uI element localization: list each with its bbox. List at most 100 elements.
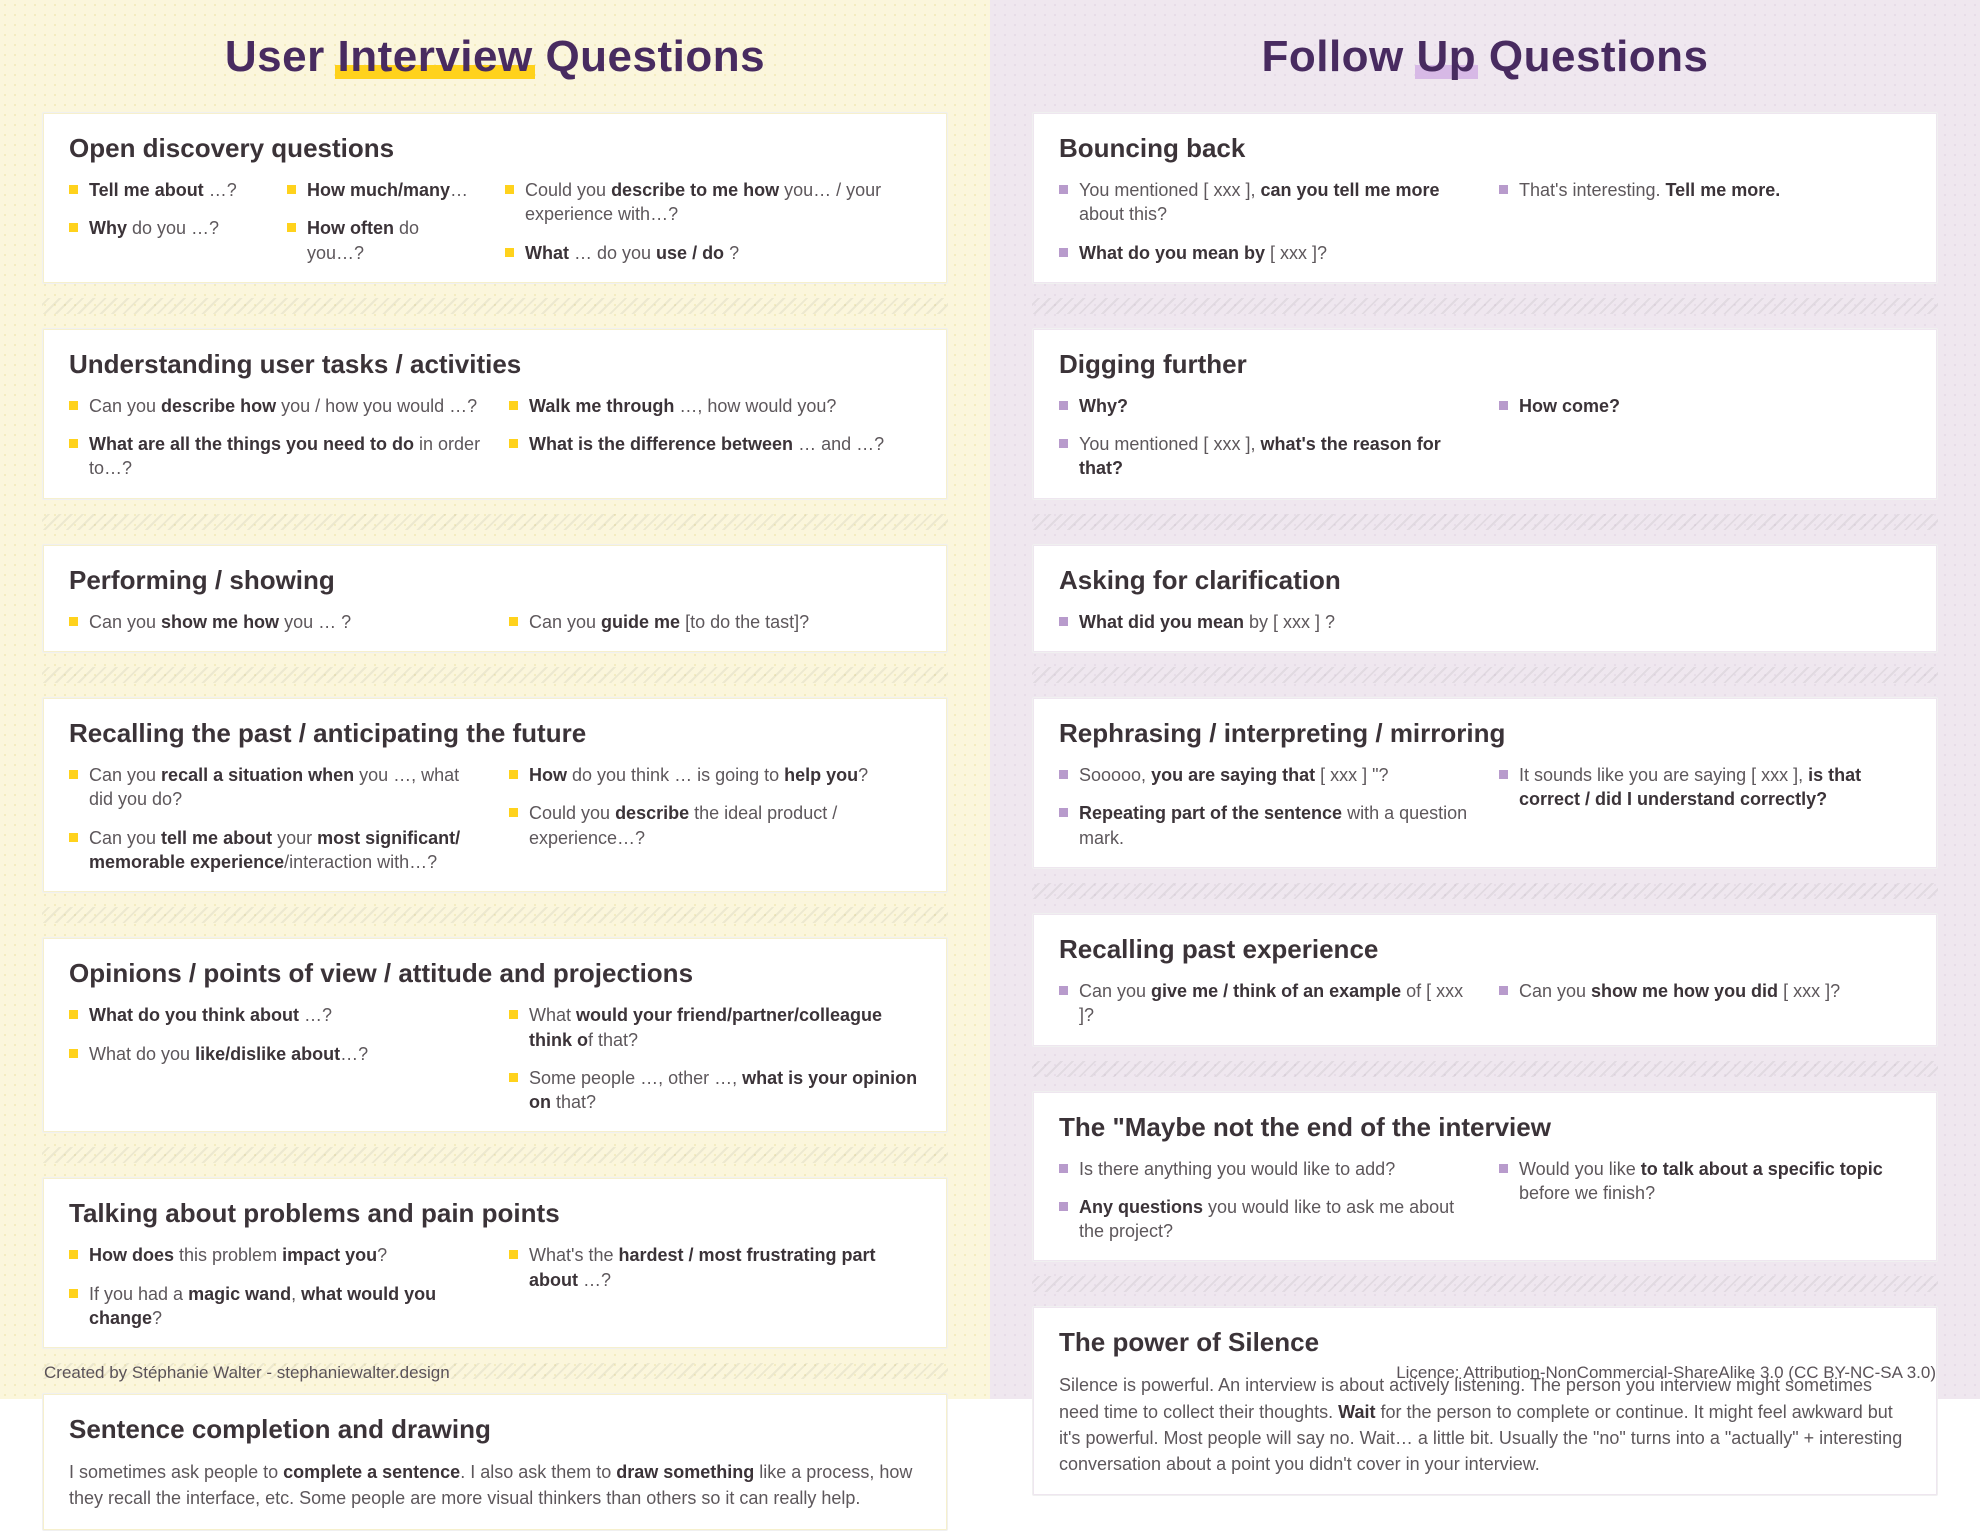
question-list: Why? You mentioned [ xxx ], what's the re… <box>1059 394 1471 481</box>
footer-licence: Licence: Attribution-NonCommercial-Share… <box>1396 1363 1936 1383</box>
question-column: What's the hardest / most frustrating pa… <box>509 1243 921 1330</box>
question-list: Can you recall a situation when you …, w… <box>69 763 481 874</box>
title-part: User <box>225 32 338 81</box>
question-columns: Why? You mentioned [ xxx ], what's the re… <box>1059 394 1911 481</box>
section-heading: Open discovery questions <box>69 133 921 164</box>
question-item: Any questions you would like to ask me a… <box>1059 1195 1471 1244</box>
question-list: Can you guide me [to do the tast]? <box>509 610 921 634</box>
question-list: How much/many… How often do you…? <box>287 178 477 265</box>
question-list: Is there anything you would like to add?… <box>1059 1157 1471 1244</box>
question-column: Would you like to talk about a specific … <box>1499 1157 1911 1244</box>
question-columns: Can you recall a situation when you …, w… <box>69 763 921 874</box>
question-item: Sooooo, you are saying that [ xxx ] "? <box>1059 763 1471 787</box>
question-item: What did you mean by [ xxx ] ? <box>1059 610 1911 634</box>
question-item: Can you show me how you … ? <box>69 610 481 634</box>
section-paragraph: Silence is powerful. An interview is abo… <box>1059 1372 1911 1476</box>
section-heading: Bouncing back <box>1059 133 1911 164</box>
section-divider <box>42 514 948 530</box>
question-column: Can you show me how you did [ xxx ]? <box>1499 979 1911 1028</box>
question-column: You mentioned [ xxx ], can you tell me m… <box>1059 178 1471 265</box>
section-divider <box>1032 514 1938 530</box>
title-part: Questions <box>1476 32 1708 81</box>
section-divider <box>42 667 948 683</box>
section-card: The power of SilenceSilence is powerful.… <box>1032 1306 1938 1495</box>
section-card: Rephrasing / interpreting / mirroringSoo… <box>1032 697 1938 869</box>
question-item: You mentioned [ xxx ], can you tell me m… <box>1059 178 1471 227</box>
question-item: Why? <box>1059 394 1471 418</box>
question-item: Can you describe how you / how you would… <box>69 394 481 418</box>
question-item: Some people …, other …, what is your opi… <box>509 1066 921 1115</box>
question-column: Can you describe how you / how you would… <box>69 394 481 481</box>
section-card: The "Maybe not the end of the interview I… <box>1032 1091 1938 1263</box>
section-divider <box>1032 1276 1938 1292</box>
question-item: That's interesting. Tell me more. <box>1499 178 1911 202</box>
question-item: What do you mean by [ xxx ]? <box>1059 241 1471 265</box>
section-paragraph: I sometimes ask people to complete a sen… <box>69 1459 921 1511</box>
question-columns: Can you give me / think of an example of… <box>1059 979 1911 1028</box>
question-item: How often do you…? <box>287 216 477 265</box>
section-heading: Asking for clarification <box>1059 565 1911 596</box>
question-item: If you had a magic wand, what would you … <box>69 1282 481 1331</box>
question-item: How does this problem impact you? <box>69 1243 481 1267</box>
section-heading: Recalling the past / anticipating the fu… <box>69 718 921 749</box>
section-heading: Digging further <box>1059 349 1911 380</box>
question-list: Tell me about …? Why do you …? <box>69 178 259 241</box>
title-highlight: Interview <box>337 32 532 81</box>
section-card: Asking for clarification What did you mea… <box>1032 544 1938 653</box>
question-item: How do you think … is going to help you? <box>509 763 921 787</box>
question-column: Walk me through …, how would you?What is… <box>509 394 921 481</box>
question-item: Walk me through …, how would you? <box>509 394 921 418</box>
section-card: Talking about problems and pain points Ho… <box>42 1177 948 1349</box>
question-column: What did you mean by [ xxx ] ? <box>1059 610 1911 634</box>
section-heading: Talking about problems and pain points <box>69 1198 921 1229</box>
question-item: Would you like to talk about a specific … <box>1499 1157 1911 1206</box>
question-column: Why? You mentioned [ xxx ], what's the re… <box>1059 394 1471 481</box>
title-part: Questions <box>533 32 765 81</box>
question-column: How do you think … is going to help you?… <box>509 763 921 874</box>
question-item: Repeating part of the sentence with a qu… <box>1059 801 1471 850</box>
question-item: What's the hardest / most frustrating pa… <box>509 1243 921 1292</box>
question-columns: How does this problem impact you? If you … <box>69 1243 921 1330</box>
question-item: What do you like/dislike about…? <box>69 1042 481 1066</box>
question-list: Sooooo, you are saying that [ xxx ] "? Re… <box>1059 763 1471 850</box>
question-list: What's the hardest / most frustrating pa… <box>509 1243 921 1292</box>
question-column: Can you show me how you … ? <box>69 610 481 634</box>
question-item: Can you show me how you did [ xxx ]? <box>1499 979 1911 1003</box>
question-item: Tell me about …? <box>69 178 259 202</box>
question-list: What did you mean by [ xxx ] ? <box>1059 610 1911 634</box>
question-column: Can you recall a situation when you …, w… <box>69 763 481 874</box>
question-columns: Sooooo, you are saying that [ xxx ] "? Re… <box>1059 763 1911 850</box>
question-column: What would your friend/partner/colleague… <box>509 1003 921 1114</box>
question-column: How come? <box>1499 394 1911 481</box>
question-item: Can you tell me about your most signific… <box>69 826 481 875</box>
section-card: Open discovery questions Tell me about …?… <box>42 112 948 284</box>
question-item: It sounds like you are saying [ xxx ], i… <box>1499 763 1911 812</box>
section-divider <box>42 907 948 923</box>
question-columns: What did you mean by [ xxx ] ? <box>1059 610 1911 634</box>
section-heading: Understanding user tasks / activities <box>69 349 921 380</box>
question-item: Why do you …? <box>69 216 259 240</box>
section-card: Performing / showing Can you show me how … <box>42 544 948 653</box>
question-item: You mentioned [ xxx ], what's the reason… <box>1059 432 1471 481</box>
question-column: Could you describe to me how you… / your… <box>505 178 921 265</box>
section-heading: Performing / showing <box>69 565 921 596</box>
section-heading: Sentence completion and drawing <box>69 1414 921 1445</box>
question-columns: Can you show me how you … ? Can you guide… <box>69 610 921 634</box>
question-list: Can you give me / think of an example of… <box>1059 979 1471 1028</box>
question-column: How much/many… How often do you…? <box>287 178 477 265</box>
question-column: Is there anything you would like to add?… <box>1059 1157 1471 1244</box>
question-item: How much/many… <box>287 178 477 202</box>
section-heading: The "Maybe not the end of the interview <box>1059 1112 1911 1143</box>
question-list: Walk me through …, how would you?What is… <box>509 394 921 457</box>
question-item: How come? <box>1499 394 1911 418</box>
question-column: Tell me about …? Why do you …? <box>69 178 259 265</box>
question-list: What do you think about …?What do you li… <box>69 1003 481 1066</box>
section-heading: Opinions / points of view / attitude and… <box>69 958 921 989</box>
section-divider <box>42 298 948 314</box>
question-column: Sooooo, you are saying that [ xxx ] "? Re… <box>1059 763 1471 850</box>
question-column: Can you give me / think of an example of… <box>1059 979 1471 1028</box>
question-list: What would your friend/partner/colleague… <box>509 1003 921 1114</box>
question-list: How does this problem impact you? If you … <box>69 1243 481 1330</box>
section-card: Opinions / points of view / attitude and… <box>42 937 948 1133</box>
question-columns: You mentioned [ xxx ], can you tell me m… <box>1059 178 1911 265</box>
